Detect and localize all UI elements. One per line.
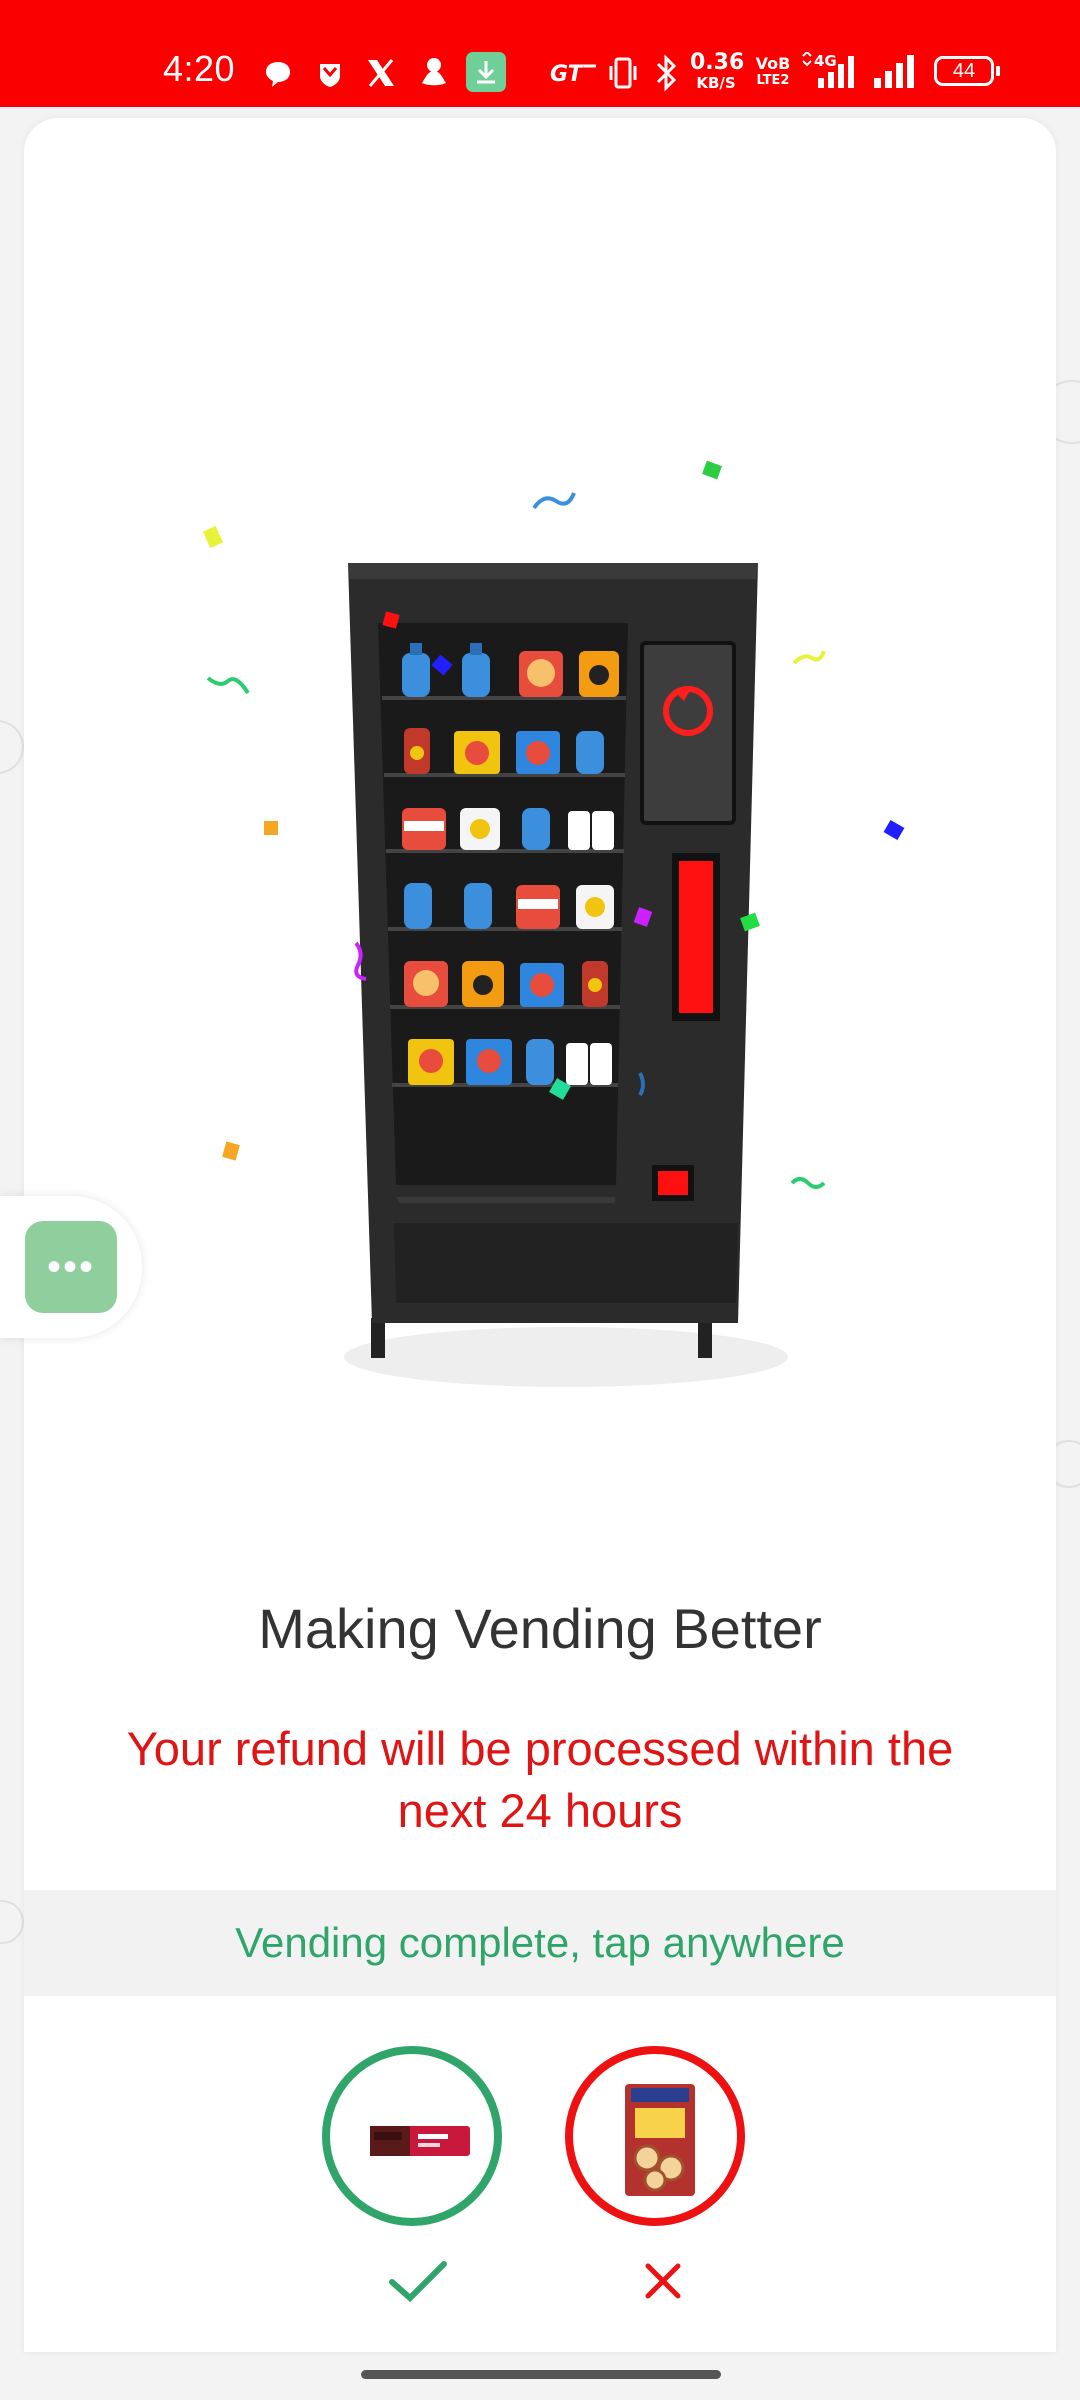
signal-icon	[874, 55, 914, 88]
vend-item-failed[interactable]	[565, 2046, 745, 2226]
soya-chips-pack-image	[625, 2084, 695, 2196]
refund-message: Your refund will be processed within the…	[126, 1722, 954, 1837]
check-icon	[389, 2261, 447, 2303]
home-indicator[interactable]	[361, 2370, 721, 2379]
network-speed: 0.36 KB/S	[690, 50, 745, 93]
banner-text: Vending complete, tap anywhere	[235, 1919, 845, 1966]
shield-icon	[320, 64, 340, 87]
signal-icon: 4G	[802, 52, 854, 88]
battery-tip	[996, 66, 1000, 76]
battery-level: 44	[952, 60, 976, 82]
snapchat-icon	[422, 58, 446, 86]
download-icon	[466, 52, 506, 92]
vend-item-success[interactable]	[322, 2046, 502, 2226]
bluetooth-icon	[656, 54, 677, 92]
vibrate-icon	[609, 57, 637, 89]
status-bar: 4:20 GT 0.36 KB/S VoB LTE2 4G 44	[0, 0, 1080, 107]
x-icon	[368, 59, 394, 87]
network-type: 4G	[814, 52, 837, 70]
chat-fab-container: •••	[0, 1196, 142, 1338]
protein-bar-image	[370, 2126, 470, 2156]
vending-machine-illustration	[202, 460, 905, 1387]
background-doodle	[0, 720, 24, 774]
more-dots-icon[interactable]: •••	[25, 1221, 117, 1313]
chat-bubble-icon	[266, 62, 290, 87]
status-time: 4:20	[163, 48, 236, 89]
vend-status-card[interactable]: Making Vending Better Your refund will b…	[24, 118, 1056, 2352]
svg-text:GT: GT	[550, 62, 585, 86]
page-title: Making Vending Better	[258, 1597, 822, 1660]
gt-icon: GT	[550, 62, 596, 86]
vend-complete-banner[interactable]: Vending complete, tap anywhere	[24, 1890, 1056, 1996]
volte-indicator: VoB LTE2	[755, 54, 791, 89]
background-doodle	[0, 1900, 24, 1944]
fab-label: •••	[46, 1245, 95, 1289]
battery-icon: 44	[934, 56, 994, 86]
cross-icon	[645, 2263, 681, 2299]
